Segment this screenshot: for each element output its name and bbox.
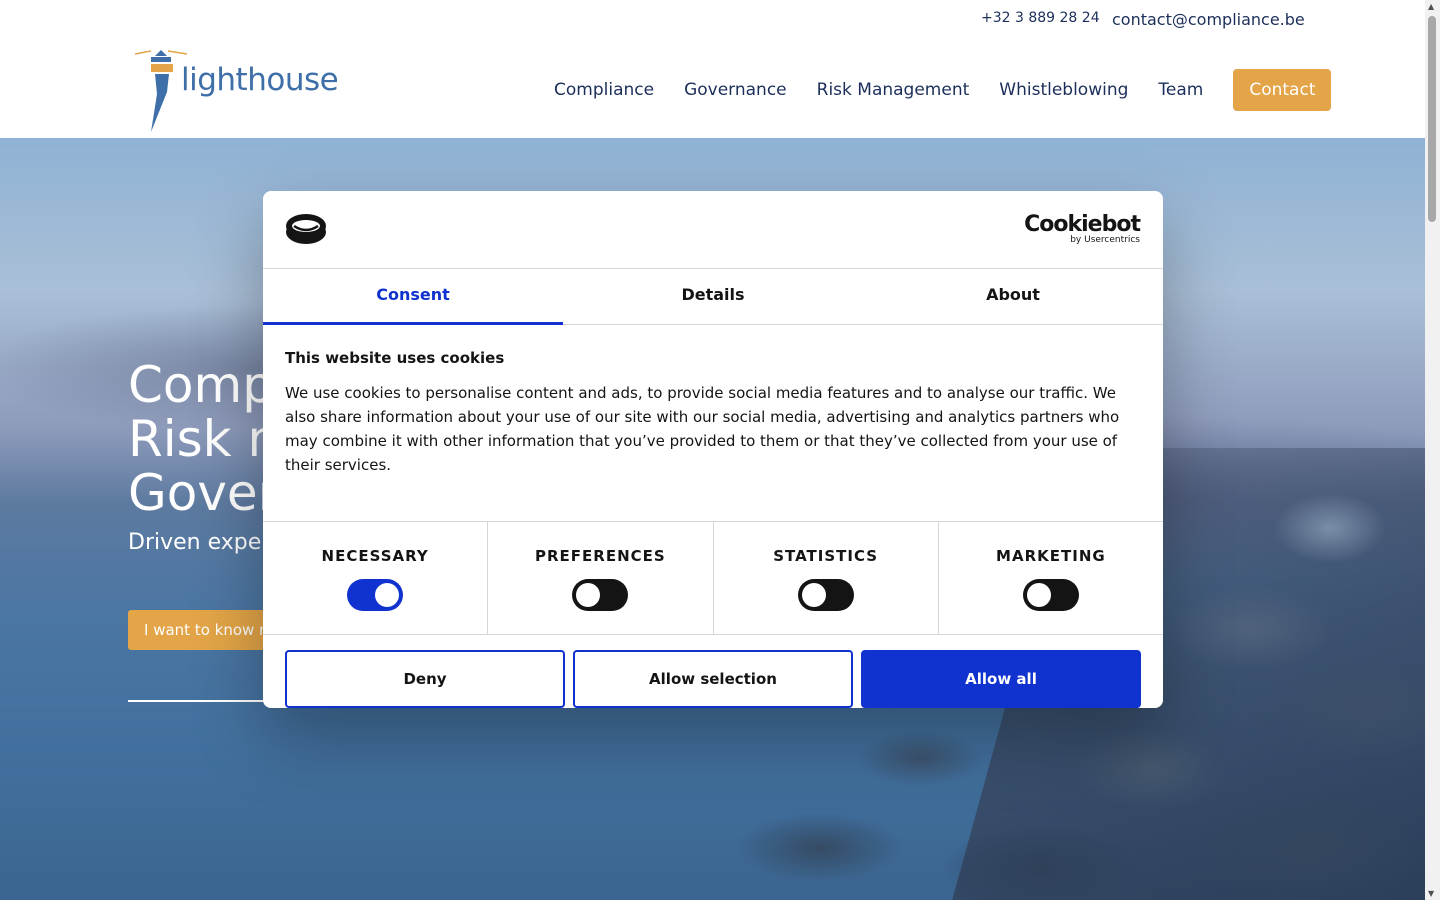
site-header: +32 3 889 28 24 contact@compliance.be li… bbox=[0, 0, 1425, 138]
allow-selection-button[interactable]: Allow selection bbox=[573, 650, 853, 708]
toggle-knob bbox=[1026, 583, 1051, 607]
category-necessary: NECESSARY bbox=[263, 522, 489, 634]
tab-consent[interactable]: Consent bbox=[263, 269, 563, 325]
nav-governance[interactable]: Governance bbox=[684, 80, 787, 100]
nav-risk-management[interactable]: Risk Management bbox=[817, 80, 970, 100]
necessary-toggle[interactable] bbox=[347, 579, 404, 611]
preferences-toggle[interactable] bbox=[572, 579, 629, 611]
toggle-knob bbox=[576, 583, 601, 607]
dialog-text: We use cookies to personalise content an… bbox=[285, 384, 1120, 474]
cookie-consent-dialog: Cookiebot by Usercentrics Consent Detail… bbox=[263, 191, 1163, 708]
dialog-header: Cookiebot by Usercentrics bbox=[263, 191, 1163, 269]
brand-name: Cookiebot bbox=[1024, 212, 1141, 237]
category-label: PREFERENCES bbox=[535, 547, 666, 565]
dialog-title: This website uses cookies bbox=[285, 349, 505, 367]
tab-details[interactable]: Details bbox=[563, 269, 863, 324]
rocks-foreground-image bbox=[620, 698, 1140, 900]
scroll-thumb[interactable] bbox=[1428, 16, 1436, 222]
page-scrollbar[interactable]: ▲ ▼ bbox=[1425, 0, 1440, 900]
toggle-knob bbox=[375, 583, 400, 607]
deny-button[interactable]: Deny bbox=[285, 650, 565, 708]
dialog-body: This website uses cookies We use cookies… bbox=[263, 325, 1163, 497]
phone-link[interactable]: +32 3 889 28 24 bbox=[981, 10, 1100, 26]
tab-about[interactable]: About bbox=[863, 269, 1163, 324]
scroll-down-arrow-icon[interactable]: ▼ bbox=[1428, 889, 1434, 898]
cookiebot-logo-icon bbox=[286, 214, 326, 244]
dialog-tabs: Consent Details About bbox=[263, 269, 1163, 325]
nav-whistleblowing[interactable]: Whistleblowing bbox=[999, 80, 1128, 100]
scroll-up-arrow-icon[interactable]: ▲ bbox=[1428, 2, 1434, 11]
category-statistics: STATISTICS bbox=[714, 522, 939, 634]
category-preferences: PREFERENCES bbox=[488, 522, 714, 634]
category-label: NECESSARY bbox=[321, 547, 429, 565]
main-nav: Compliance Governance Risk Management Wh… bbox=[554, 69, 1332, 111]
hero-subtitle: Driven expe bbox=[128, 530, 262, 555]
nav-team[interactable]: Team bbox=[1158, 80, 1203, 100]
marketing-toggle[interactable] bbox=[1022, 579, 1079, 611]
toggle-knob bbox=[801, 583, 826, 607]
dialog-actions: Deny Allow selection Allow all bbox=[263, 635, 1163, 708]
cookiebot-brand[interactable]: Cookiebot by Usercentrics bbox=[1024, 212, 1141, 246]
email-link[interactable]: contact@compliance.be bbox=[1112, 10, 1305, 29]
cookie-categories: NECESSARY PREFERENCES STATISTICS MARKETI… bbox=[263, 521, 1163, 635]
category-label: MARKETING bbox=[996, 547, 1106, 565]
category-label: STATISTICS bbox=[773, 547, 879, 565]
site-logo[interactable]: lighthouse bbox=[133, 48, 339, 134]
nav-compliance[interactable]: Compliance bbox=[554, 80, 654, 100]
statistics-toggle[interactable] bbox=[797, 579, 854, 611]
category-marketing: MARKETING bbox=[939, 522, 1163, 634]
logo-text: lighthouse bbox=[181, 62, 339, 98]
contact-button[interactable]: Contact bbox=[1233, 69, 1332, 111]
allow-all-button[interactable]: Allow all bbox=[861, 650, 1141, 708]
